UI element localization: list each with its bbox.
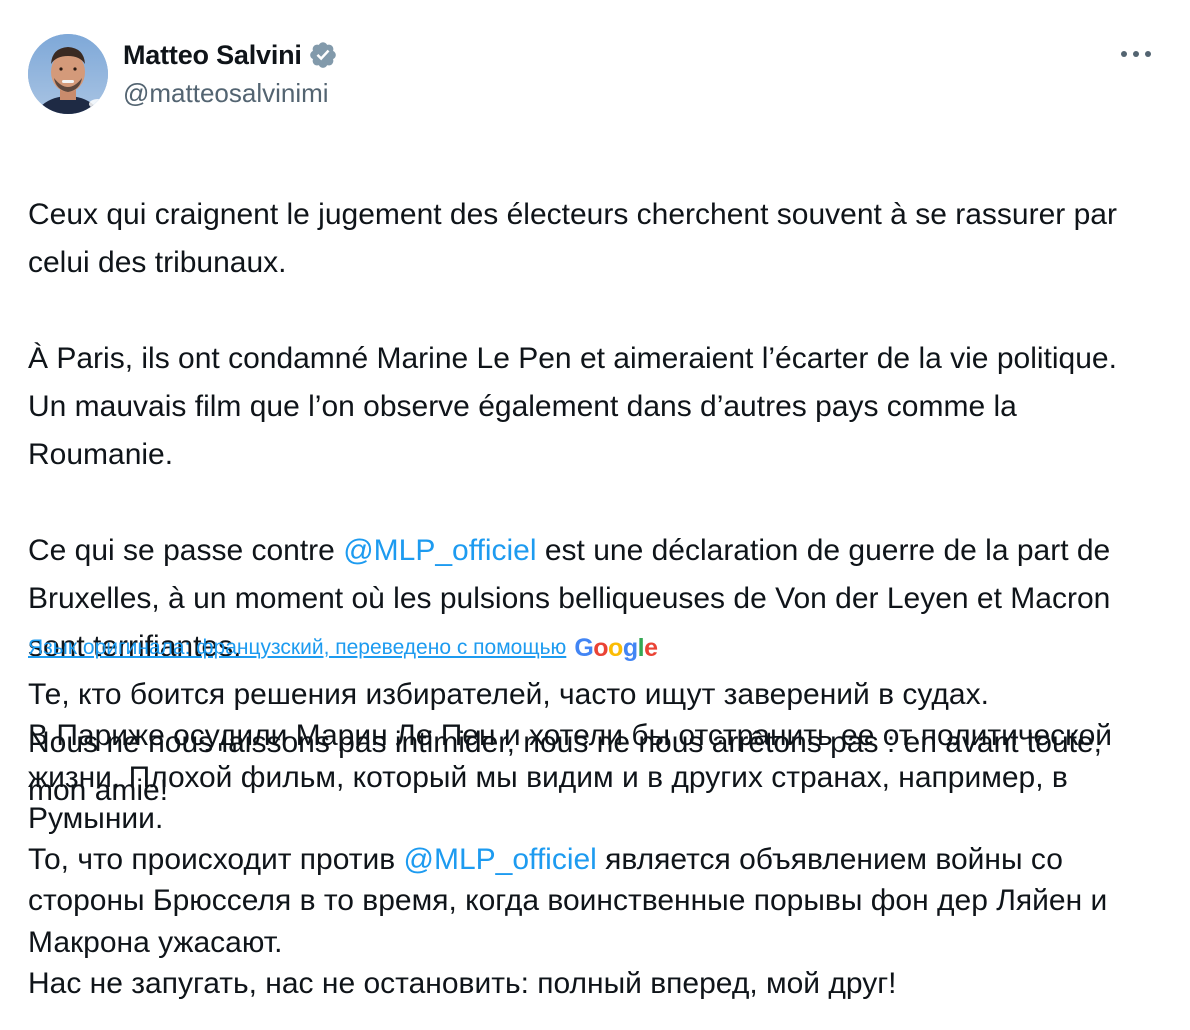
original-paragraph-1: Ceux qui craignent le jugement des élect… bbox=[28, 198, 1117, 279]
translation-note: Язык оригинала: французский, переведено … bbox=[28, 630, 658, 666]
original-paragraph-3-start: Ce qui se passe contre bbox=[28, 534, 344, 567]
translated-paragraph-3: То, что происходит против @MLP_officiel … bbox=[28, 839, 1163, 963]
author-name-row[interactable]: Matteo Salvini bbox=[123, 38, 338, 72]
tweet-translated-text: Те, кто боится решения избирателей, част… bbox=[28, 674, 1163, 1004]
translated-paragraph-4: Нас не запугать, нас не остановить: полн… bbox=[28, 967, 897, 1001]
translated-mention-link[interactable]: @MLP_officiel bbox=[404, 843, 597, 876]
avatar-photo bbox=[28, 34, 108, 114]
more-options-button[interactable] bbox=[1116, 42, 1156, 66]
more-horizontal-icon bbox=[1121, 51, 1151, 57]
translated-paragraph-2: В Париже осудили Марин Ле Пен и хотели б… bbox=[28, 719, 1113, 835]
translation-info-link[interactable]: Язык оригинала: французский, переведено … bbox=[28, 636, 566, 660]
translated-paragraph-3-start: То, что происходит против bbox=[28, 843, 404, 877]
google-logo: Google bbox=[574, 633, 658, 662]
author-handle[interactable]: @matteosalvinimi bbox=[123, 78, 329, 109]
mention-link[interactable]: @MLP_officiel bbox=[343, 534, 536, 567]
author-name[interactable]: Matteo Salvini bbox=[123, 40, 302, 71]
original-paragraph-2: À Paris, ils ont condamné Marine Le Pen … bbox=[28, 342, 1117, 471]
translated-paragraph-1: Те, кто боится решения избирателей, част… bbox=[28, 678, 989, 711]
verified-badge-icon bbox=[308, 40, 338, 70]
avatar[interactable] bbox=[28, 34, 108, 114]
tweet-header: Matteo Salvini @matteosalvinimi bbox=[28, 32, 1168, 116]
